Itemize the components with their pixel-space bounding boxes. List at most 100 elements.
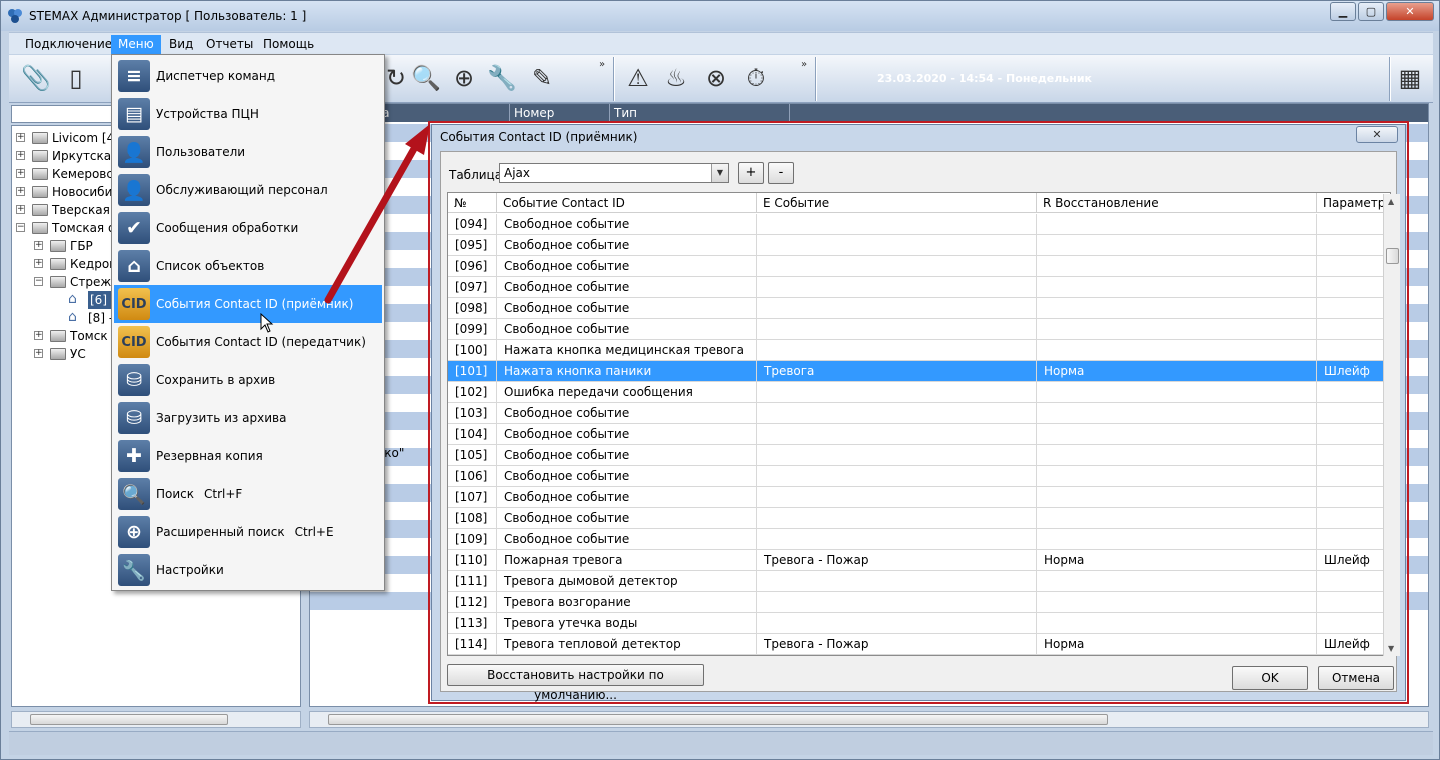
menu-item-staff[interactable]: 👤 Обслуживающий персонал — [114, 171, 382, 209]
expand-icon[interactable]: + — [34, 349, 43, 358]
maximize-button[interactable]: ▢ — [1358, 2, 1384, 21]
toolbar-overflow-icon-2[interactable]: » — [801, 59, 807, 70]
table-row[interactable]: [104] Свободное событие — [448, 424, 1388, 445]
col-header-e-event[interactable]: E Событие — [757, 193, 1037, 213]
add-table-button[interactable]: + — [738, 162, 764, 184]
table-row[interactable]: [103] Свободное событие — [448, 403, 1388, 424]
dialog-close-button[interactable]: ✕ — [1356, 126, 1398, 143]
menu-item-settings[interactable]: 🔧 Настройки — [114, 551, 382, 589]
expand-icon[interactable]: + — [34, 259, 43, 268]
menu-item-text: Пользователи — [156, 145, 246, 159]
cell-event: Тревога возгорание — [497, 592, 757, 613]
table-row[interactable]: [106] Свободное событие — [448, 466, 1388, 487]
table-row[interactable]: [107] Свободное событие — [448, 487, 1388, 508]
signal-off-icon[interactable]: ⊗ — [701, 63, 731, 93]
table-row[interactable]: [102] Ошибка передачи сообщения — [448, 382, 1388, 403]
expand-icon[interactable]: + — [16, 169, 25, 178]
table-row[interactable]: [112] Тревога возгорание — [448, 592, 1388, 613]
list-header-number[interactable]: Номер — [510, 104, 610, 122]
list-header-type[interactable]: Тип — [610, 104, 790, 122]
table-row[interactable]: [094] Свободное событие — [448, 214, 1388, 235]
table-row[interactable]: [095] Свободное событие — [448, 235, 1388, 256]
cell-event: Свободное событие — [497, 424, 757, 445]
table-row[interactable]: [113] Тревога утечка воды — [448, 613, 1388, 634]
table-row[interactable]: [105] Свободное событие — [448, 445, 1388, 466]
expand-icon[interactable]: + — [16, 133, 25, 142]
chevron-down-icon[interactable]: ▼ — [711, 164, 728, 182]
col-header-number[interactable]: № — [448, 193, 497, 213]
map-icon[interactable]: ▦ — [1395, 63, 1425, 93]
menu-item-messages[interactable]: ✔ Сообщения обработки — [114, 209, 382, 247]
refresh-icon[interactable]: ↻ — [381, 63, 411, 93]
paperclip-icon[interactable]: 📎 — [21, 63, 51, 93]
search-tool-icon[interactable]: 🔍 — [411, 63, 441, 93]
alarm-warning-icon[interactable]: ⚠ — [623, 63, 653, 93]
table-row-partial[interactable] — [448, 655, 1388, 656]
expand-icon[interactable]: + — [16, 151, 25, 160]
menu-item-backup[interactable]: ✚ Резервная копия — [114, 437, 382, 475]
expand-icon[interactable]: + — [34, 241, 43, 250]
menu-main[interactable]: Меню — [111, 35, 161, 54]
menu-item-advanced-search[interactable]: ⊕ Расширенный поиск Ctrl+E — [114, 513, 382, 551]
restore-defaults-button[interactable]: Восстановить настройки по умолчанию... — [447, 664, 704, 702]
table-row[interactable]: [108] Свободное событие — [448, 508, 1388, 529]
collapse-icon[interactable]: − — [34, 277, 43, 286]
title-bar[interactable]: STEMAX Администратор [ Пользователь: 1 ]… — [1, 1, 1439, 31]
expand-icon[interactable]: + — [16, 187, 25, 196]
close-window-button[interactable]: ✕ — [1386, 2, 1434, 21]
device-icon[interactable]: ▯ — [61, 63, 91, 93]
menu-view[interactable]: Вид — [162, 35, 200, 54]
minimize-button[interactable]: ▁ — [1330, 2, 1356, 21]
col-header-event[interactable]: Событие Contact ID — [497, 193, 757, 213]
menu-item-contact-id-receiver[interactable]: CID События Contact ID (приёмник) — [114, 285, 382, 323]
grid-vertical-scrollbar[interactable]: ▲ ▼ — [1383, 194, 1400, 656]
table-row[interactable]: [096] Свободное событие — [448, 256, 1388, 277]
timer-icon[interactable]: ⏱ — [741, 63, 771, 93]
menu-help[interactable]: Помощь — [256, 35, 321, 54]
col-header-parameter[interactable]: Параметр — [1317, 193, 1390, 213]
fire-icon[interactable]: ♨ — [661, 63, 691, 93]
menu-item-load-archive[interactable]: ⛁ Загрузить из архива — [114, 399, 382, 437]
table-row[interactable]: [098] Свободное событие — [448, 298, 1388, 319]
menu-reports[interactable]: Отчеты — [199, 35, 260, 54]
cell-event: Свободное событие — [497, 529, 757, 550]
table-row[interactable]: [110] Пожарная тревога Тревога - Пожар Норм… — [448, 550, 1388, 571]
list-scroll-thumb[interactable] — [328, 714, 1108, 725]
cancel-button[interactable]: Отмена — [1318, 666, 1394, 690]
list-horizontal-scrollbar[interactable] — [309, 711, 1429, 728]
scroll-down-icon[interactable]: ▼ — [1388, 644, 1394, 653]
menu-item-text: Резервная копия — [156, 449, 263, 463]
menu-item-save-archive[interactable]: ⛁ Сохранить в архив — [114, 361, 382, 399]
scroll-up-icon[interactable]: ▲ — [1388, 197, 1394, 206]
table-row[interactable]: [109] Свободное событие — [448, 529, 1388, 550]
cell-r-restore — [1037, 529, 1317, 550]
cell-e-event — [757, 382, 1037, 403]
tree-scroll-thumb[interactable] — [30, 714, 228, 725]
table-row[interactable]: [111] Тревога дымовой детектор — [448, 571, 1388, 592]
expand-icon[interactable]: + — [16, 205, 25, 214]
table-row[interactable]: [114] Тревога тепловой детектор Тревога - … — [448, 634, 1388, 655]
menu-item-devices[interactable]: ▤ Устройства ПЦН — [114, 95, 382, 133]
tree-horizontal-scrollbar[interactable] — [11, 711, 301, 728]
menu-item-contact-id-transmitter[interactable]: CID События Contact ID (передатчик) — [114, 323, 382, 361]
wrench-icon[interactable]: 🔧 — [487, 63, 517, 93]
col-header-r-restore[interactable]: R Восстановление — [1037, 193, 1317, 213]
remove-table-button[interactable]: - — [768, 162, 794, 184]
menu-item-objects-list[interactable]: ⌂ Список объектов — [114, 247, 382, 285]
advanced-search-tool-icon[interactable]: ⊕ — [449, 63, 479, 93]
table-row[interactable]: [097] Свободное событие — [448, 277, 1388, 298]
menu-item-search[interactable]: 🔍 Поиск Ctrl+F — [114, 475, 382, 513]
toolbar-overflow-icon[interactable]: » — [599, 59, 605, 70]
expand-icon[interactable]: + — [34, 331, 43, 340]
collapse-icon[interactable]: − — [16, 223, 25, 232]
table-row[interactable]: [099] Свободное событие — [448, 319, 1388, 340]
table-select[interactable]: Ajax ▼ — [499, 163, 729, 183]
table-row[interactable]: [101] Нажата кнопка паники Тревога Норма Шле… — [448, 361, 1388, 382]
pencil-icon[interactable]: ✎ — [527, 63, 557, 93]
menu-connection[interactable]: Подключение — [18, 35, 119, 54]
table-row[interactable]: [100] Нажата кнопка медицинская тревога — [448, 340, 1388, 361]
menu-item-command-manager[interactable]: ≡ Диспетчер команд — [114, 57, 382, 95]
grid-scroll-thumb[interactable] — [1386, 248, 1399, 264]
ok-button[interactable]: OK — [1232, 666, 1308, 690]
menu-item-users[interactable]: 👤 Пользователи — [114, 133, 382, 171]
